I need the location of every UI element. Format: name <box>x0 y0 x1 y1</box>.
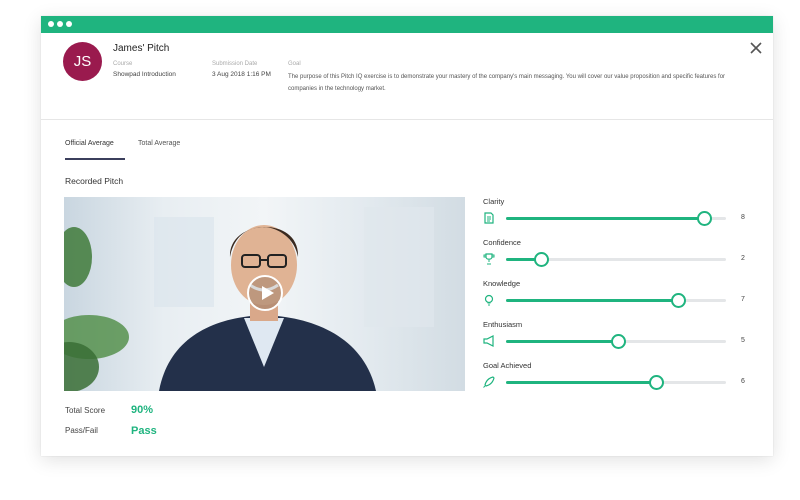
metric-row: Goal Achieved 6 <box>483 361 753 397</box>
score-slider-handle[interactable] <box>697 211 712 226</box>
metric-name: Enthusiasm <box>483 320 523 329</box>
metric-value: 7 <box>741 296 745 303</box>
active-tab-indicator <box>65 158 125 160</box>
score-slider-handle[interactable] <box>670 293 686 308</box>
tab-total-average[interactable]: Total Average <box>138 140 180 147</box>
avatar[interactable]: JS <box>63 42 102 81</box>
metric-row: Confidence 2 <box>483 238 753 274</box>
submission-label: Submission Date <box>212 61 258 67</box>
pass-fail-value: Pass <box>131 425 157 437</box>
document-icon <box>484 212 494 224</box>
megaphone-icon <box>483 335 494 347</box>
score-slider-fill <box>506 299 678 302</box>
score-slider-track[interactable] <box>506 334 726 349</box>
metric-name: Goal Achieved <box>483 361 532 370</box>
score-slider-handle[interactable] <box>611 334 627 349</box>
submission-value: 3 Aug 2018 1:16 PM <box>212 71 271 78</box>
total-score-value: 90% <box>131 404 154 416</box>
metric-value: 5 <box>741 337 745 344</box>
metric-name: Confidence <box>483 238 521 247</box>
course-value: Showpad Introduction <box>113 71 176 78</box>
trophy-icon <box>483 253 495 265</box>
metric-row: Clarity 8 <box>483 197 753 233</box>
play-icon[interactable] <box>247 275 283 311</box>
score-slider-handle[interactable] <box>534 252 550 267</box>
tab-official-average[interactable]: Official Average <box>65 140 114 147</box>
metric-row: Knowledge 7 <box>483 279 753 315</box>
goal-label: Goal <box>288 61 301 67</box>
pass-fail-label: Pass/Fail <box>65 426 98 435</box>
rocket-icon <box>483 376 495 388</box>
total-score-label: Total Score <box>65 406 106 415</box>
metric-row: Enthusiasm 5 <box>483 320 753 356</box>
metric-name: Clarity <box>483 197 505 206</box>
metric-value: 8 <box>741 214 745 221</box>
course-label: Course <box>113 61 133 67</box>
lightbulb-icon <box>484 294 494 306</box>
score-slider-handle[interactable] <box>648 375 664 390</box>
score-slider-fill <box>506 217 704 220</box>
score-slider-track[interactable] <box>506 211 726 226</box>
pitch-window: JS James' Pitch Course Showpad Introduct… <box>41 16 773 456</box>
window-dot <box>66 21 72 27</box>
score-slider-fill <box>506 340 619 343</box>
score-slider-track[interactable] <box>506 252 726 267</box>
score-slider-fill <box>506 381 656 384</box>
score-slider-track[interactable] <box>506 293 726 308</box>
metric-value: 6 <box>741 378 745 385</box>
score-slider-track[interactable] <box>506 375 726 390</box>
goal-text: The purpose of this Pitch IQ exercise is… <box>288 74 726 92</box>
window-dot <box>48 21 54 27</box>
pitch-header: JS James' Pitch Course Showpad Introduct… <box>41 33 773 120</box>
metric-name: Knowledge <box>483 279 521 288</box>
recorded-pitch-title: Recorded Pitch <box>65 176 124 186</box>
title-bar <box>41 16 773 33</box>
metric-value: 2 <box>741 255 745 262</box>
close-icon[interactable] <box>749 41 763 55</box>
page-title: James' Pitch <box>113 43 170 54</box>
window-dot <box>57 21 63 27</box>
video-player[interactable] <box>64 197 465 391</box>
